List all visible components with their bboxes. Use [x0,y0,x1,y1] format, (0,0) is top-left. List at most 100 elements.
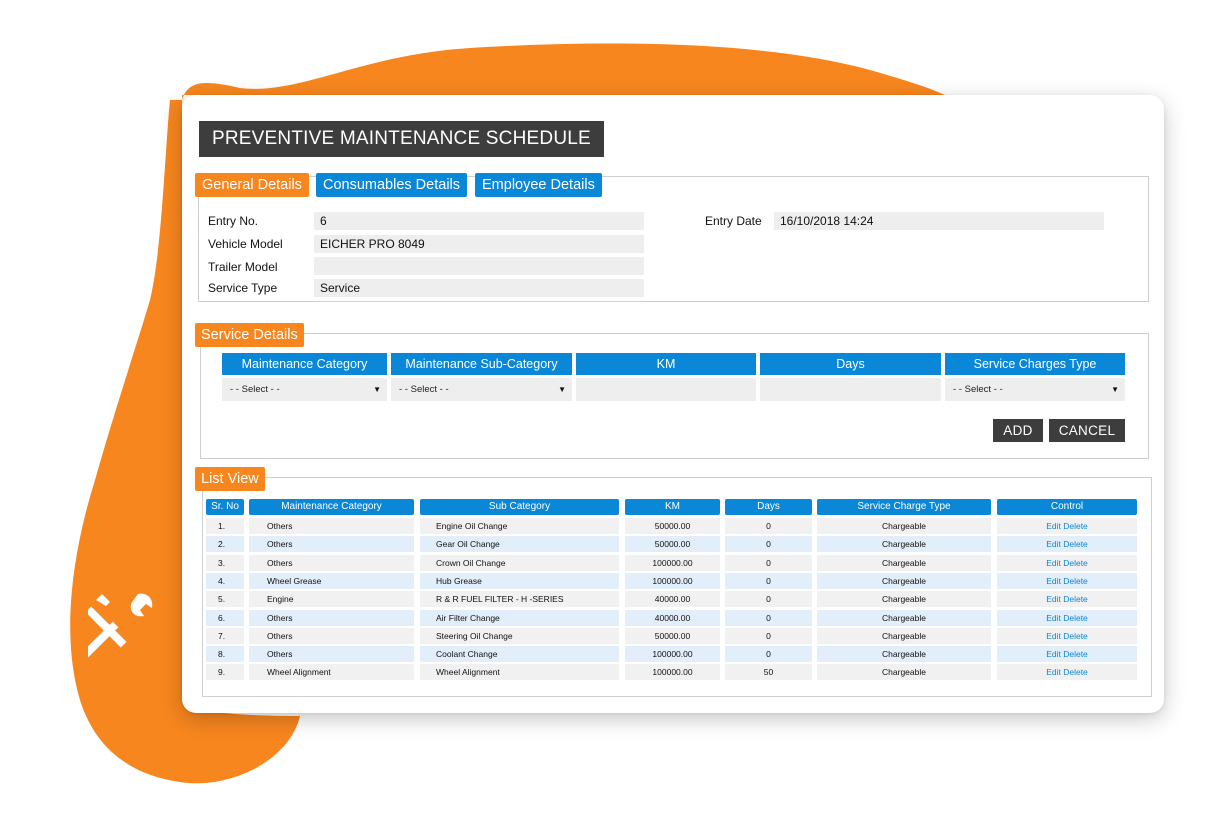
table-cell-days: 0 [766,649,771,660]
table-cell-category: Others [267,557,293,568]
row-edit-delete-link[interactable]: Edit Delete [997,664,1137,680]
row-edit-delete-link[interactable]: Edit Delete [997,555,1137,571]
chevron-down-icon: ▼ [1111,385,1119,394]
table-cell-category: Engine [267,594,294,605]
row-edit-delete-link[interactable]: Edit Delete [997,518,1137,534]
col-header-maintenance-category: Maintenance Category [249,499,414,515]
table-row: 2. Others Gear Oil Change 50000.00 0 Chargeab… [206,536,1138,553]
service-type-field[interactable]: Service [314,279,644,297]
table-cell-category: Others [267,521,293,531]
table-cell-sub: Crown Oil Change [436,557,506,568]
col-header-control: Control [997,499,1137,515]
maintenance-category-select[interactable]: - - Select - - ▼ [222,378,387,401]
table-cell-days: 0 [766,594,771,605]
table-cell-category: Others [267,612,293,623]
table-cell-category: Others [267,539,293,550]
row-edit-delete-link[interactable]: Edit Delete [997,628,1137,644]
table-cell-charge: Chargeable [882,539,926,550]
entry-no-label: Entry No. [208,214,259,228]
entry-date-field[interactable]: 16/10/2018 14:24 [774,212,1104,230]
maintenance-category-header: Maintenance Category [222,353,387,375]
table-cell-days: 0 [766,630,771,641]
list-view-legend: List View [195,467,265,491]
table-cell-km: 40000.00 [654,612,691,623]
row-edit-delete-link[interactable]: Edit Delete [997,646,1137,662]
table-row: 1. Others Engine Oil Change 50000.00 0 Charge… [206,518,1138,534]
table-cell-sr: 6. [218,612,226,623]
table-cell-sub: Hub Grease [436,575,482,586]
chevron-down-icon: ▼ [558,385,566,394]
maintenance-category-value: - - Select - - [230,384,280,395]
table-cell-charge: Chargeable [882,649,926,660]
days-input[interactable] [760,378,941,401]
col-header-days: Days [725,499,812,515]
table-cell-km: 50000.00 [654,539,691,550]
table-row: 8. Others Coolant Change 100000.00 0 Chargeab… [206,646,1138,663]
tab-consumables-details[interactable]: Consumables Details [316,173,468,197]
table-cell-sr: 8. [218,649,226,660]
table-row: 9. Wheel Alignment Wheel Alignment 100000.0… [206,664,1138,681]
row-edit-delete-link[interactable]: Edit Delete [997,610,1137,626]
service-type-label: Service Type [208,281,278,295]
maintenance-card: PREVENTIVE MAINTENANCE SCHEDULE General … [182,95,1164,713]
table-cell-sr: 2. [218,539,226,550]
table-cell-sr: 1. [218,521,226,531]
col-header-service-charge-type: Service Charge Type [817,499,991,515]
table-cell-sr: 4. [218,575,226,586]
entry-no-field[interactable]: 6 [314,212,644,230]
tab-general-details[interactable]: General Details [195,173,309,197]
maintenance-subcategory-select[interactable]: - - Select - - ▼ [391,378,572,401]
col-header-sub-category: Sub Category [420,499,619,515]
tab-employee-details[interactable]: Employee Details [475,173,602,197]
page-title: PREVENTIVE MAINTENANCE SCHEDULE [199,121,604,157]
table-cell-sr: 3. [218,557,226,568]
table-cell-sub: Coolant Change [436,649,498,660]
table-cell-km: 50000.00 [654,630,691,641]
trailer-model-label: Trailer Model [208,260,278,274]
table-cell-charge: Chargeable [882,557,926,568]
table-cell-km: 100000.00 [652,557,693,568]
table-cell-category: Others [267,630,293,641]
km-input[interactable] [576,378,756,401]
table-cell-days: 0 [766,539,771,550]
add-button[interactable]: ADD [993,419,1043,442]
entry-date-label: Entry Date [705,214,762,228]
maintenance-subcategory-header: Maintenance Sub-Category [391,353,572,375]
km-header: KM [576,353,756,375]
table-cell-days: 0 [766,557,771,568]
vehicle-model-field[interactable]: EICHER PRO 8049 [314,235,644,253]
col-header-km: KM [625,499,720,515]
table-cell-charge: Chargeable [882,575,926,586]
table-cell-days: 0 [766,575,771,586]
chevron-down-icon: ▼ [373,385,381,394]
maintenance-subcategory-value: - - Select - - [399,384,449,395]
table-row: 6. Others Air Filter Change 40000.00 0 Charge… [206,609,1138,626]
trailer-model-field[interactable] [314,257,644,275]
table-cell-days: 0 [766,521,771,531]
table-cell-km: 100000.00 [652,667,693,678]
days-header: Days [760,353,941,375]
table-cell-sub: R & R FUEL FILTER - H -SERIES [436,594,564,605]
table-cell-category: Wheel Grease [267,575,322,586]
table-cell-charge: Chargeable [882,521,926,531]
table-row: 5. Engine R & R FUEL FILTER - H -SERIES 400… [206,591,1138,608]
table-row: 3. Others Crown Oil Change 100000.00 0 Charge… [206,554,1138,571]
row-edit-delete-link[interactable]: Edit Delete [997,573,1137,589]
table-cell-sr: 7. [218,630,226,641]
vehicle-model-label: Vehicle Model [208,237,283,251]
table-row: 7. Others Steering Oil Change 50000.00 0 Char… [206,627,1138,644]
service-charges-type-select[interactable]: - - Select - - ▼ [945,378,1125,401]
table-cell-sub: Gear Oil Change [436,539,500,550]
table-cell-sub: Wheel Alignment [436,667,500,678]
table-cell-sub: Engine Oil Change [436,521,508,531]
table-cell-km: 50000.00 [654,521,691,531]
row-edit-delete-link[interactable]: Edit Delete [997,591,1137,607]
table-cell-sr: 5. [218,594,226,605]
table-cell-km: 100000.00 [652,575,693,586]
table-cell-sub: Steering Oil Change [436,630,513,641]
table-row: 4. Wheel Grease Hub Grease 100000.00 0 Charge… [206,572,1138,589]
row-edit-delete-link[interactable]: Edit Delete [997,536,1137,552]
cancel-button[interactable]: CANCEL [1049,419,1125,442]
table-cell-sub: Air Filter Change [436,612,500,623]
table-cell-charge: Chargeable [882,594,926,605]
